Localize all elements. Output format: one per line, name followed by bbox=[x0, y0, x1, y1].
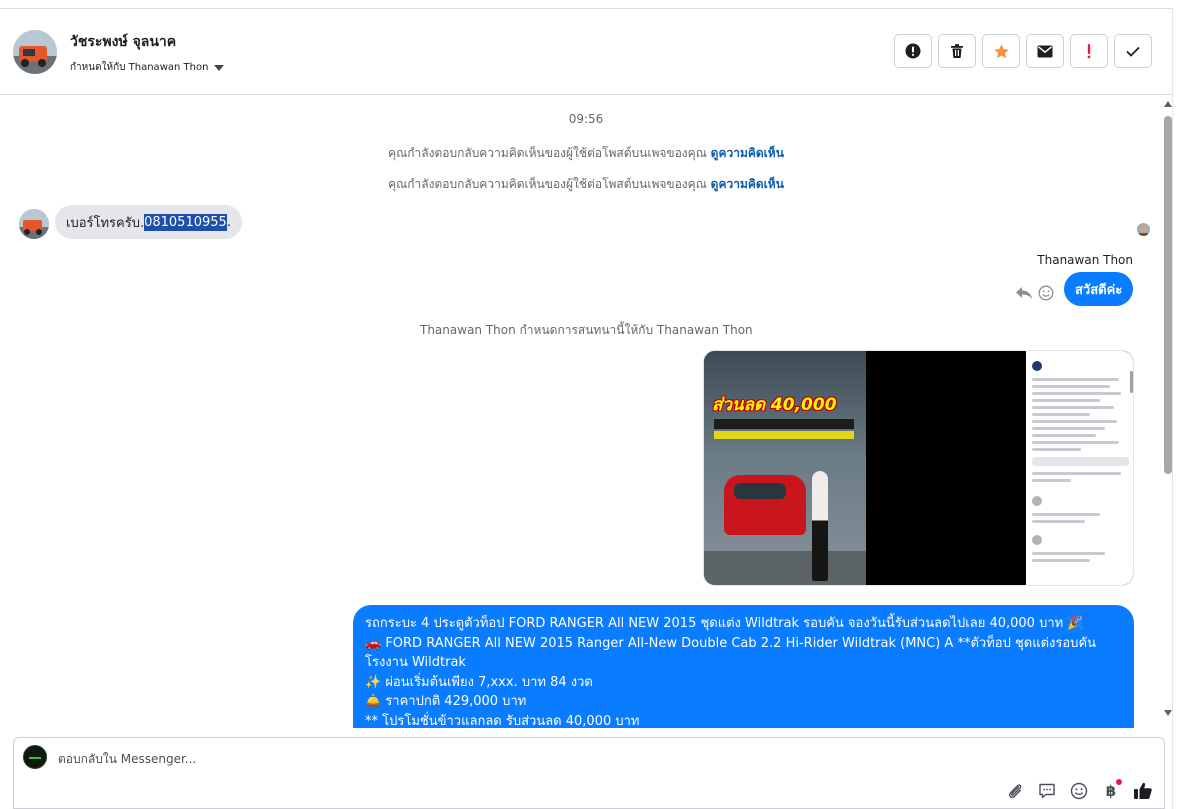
post-promo-strip bbox=[714, 431, 854, 439]
star-button[interactable] bbox=[982, 34, 1020, 68]
checkmark-icon bbox=[1126, 46, 1140, 57]
system-note-text: คุณกำลังตอบกลับความคิดเห็นของผู้ใช้ต่อโพ… bbox=[388, 177, 707, 191]
post-sidebar-preview bbox=[1026, 351, 1133, 585]
notification-dot bbox=[1116, 779, 1122, 785]
reply-input[interactable] bbox=[58, 752, 958, 766]
follow-up-button[interactable] bbox=[1070, 34, 1108, 68]
chevron-down-icon bbox=[214, 64, 225, 71]
system-note-reply-comment: คุณกำลังตอบกลับความคิดเห็นของผู้ใช้ต่อโพ… bbox=[0, 175, 1160, 194]
incoming-message-suffix: . bbox=[226, 214, 231, 230]
message-line: รถกระบะ 4 ประตูตัวท็อป FORD RANGER All N… bbox=[365, 616, 1084, 631]
post-photo-car bbox=[724, 475, 806, 535]
emoji-button[interactable] bbox=[1068, 780, 1090, 802]
system-note-reply-comment: คุณกำลังตอบกลับความคิดเห็นของผู้ใช้ต่อโพ… bbox=[0, 144, 1160, 163]
saved-reply-icon bbox=[1039, 783, 1055, 799]
done-button[interactable] bbox=[1114, 34, 1152, 68]
payment-button[interactable]: ฿ bbox=[1100, 779, 1122, 802]
post-photo-floor bbox=[704, 551, 866, 585]
contact-avatar-small[interactable] bbox=[19, 209, 49, 239]
selected-phone-number[interactable]: 0810510955 bbox=[144, 213, 227, 231]
conversation-header: วัชระพงษ์ จุลนาค กำหนดให้กับ Thanawan Th… bbox=[0, 9, 1172, 95]
mark-unread-button[interactable] bbox=[1026, 34, 1064, 68]
exclamation-circle-icon bbox=[905, 43, 921, 59]
message-line: ** โปรโมชั่นข้าวแลกลด รับส่วนลด 40,000 บ… bbox=[365, 713, 640, 729]
right-divider bbox=[1172, 8, 1173, 809]
exclamation-icon bbox=[1087, 44, 1091, 59]
outgoing-long-message[interactable]: รถกระบะ 4 ประตูตัวท็อป FORD RANGER All N… bbox=[353, 605, 1134, 728]
assignee-dropdown[interactable]: กำหนดให้กับ Thanawan Thon bbox=[70, 60, 225, 75]
post-promo-banner bbox=[714, 419, 854, 429]
outgoing-message[interactable]: สวัสดีค่ะ bbox=[1064, 272, 1134, 306]
saved-reply-button[interactable] bbox=[1036, 780, 1058, 802]
incoming-message-text: เบอร์โทรครับ. bbox=[66, 215, 145, 231]
scroll-up-arrow[interactable] bbox=[1164, 101, 1172, 107]
preview-scrollbar bbox=[1130, 371, 1133, 393]
page-avatar-icon bbox=[1032, 360, 1042, 371]
view-comment-link[interactable]: ดูความคิดเห็น bbox=[711, 177, 784, 191]
contact-name[interactable]: วัชระพงษ์ จุลนาค bbox=[70, 31, 176, 53]
assignee-label: กำหนดให้กับ Thanawan Thon bbox=[70, 62, 209, 73]
message-line: ✨ ผ่อนเริ่มต้นเพียง 7,xxx. บาท 84 งวด bbox=[365, 674, 593, 690]
system-note-text: คุณกำลังตอบกลับความคิดเห็นของผู้ใช้ต่อโพ… bbox=[388, 146, 707, 160]
emoji-icon bbox=[1070, 782, 1088, 800]
message-timestamp: 09:56 bbox=[568, 112, 604, 126]
paperclip-icon bbox=[1008, 784, 1022, 799]
message-thread[interactable]: 09:56 คุณกำลังตอบกลับความคิดเห็นของผู้ใช… bbox=[0, 96, 1160, 728]
envelope-icon bbox=[1037, 45, 1053, 57]
post-photo-person bbox=[812, 471, 828, 581]
scrollbar-thumb[interactable] bbox=[1164, 116, 1172, 474]
scroll-down-arrow[interactable] bbox=[1164, 710, 1172, 716]
shared-post-image[interactable]: ส่วนลด 40,000 bbox=[703, 350, 1134, 586]
reply-composer: ฿ bbox=[13, 737, 1165, 809]
composer-tools: ฿ bbox=[1004, 779, 1154, 802]
post-photo: ส่วนลด 40,000 bbox=[704, 351, 866, 585]
star-icon bbox=[993, 43, 1009, 58]
baht-icon: ฿ bbox=[1105, 782, 1117, 800]
reply-icon[interactable] bbox=[1015, 285, 1033, 304]
message-line: 🚗 FORD RANGER All NEW 2015 Ranger All-Ne… bbox=[365, 635, 1097, 651]
thumbs-up-icon bbox=[1134, 782, 1152, 799]
like-button[interactable] bbox=[1132, 780, 1154, 802]
post-promo-text: ส่วนลด 40,000 bbox=[712, 395, 837, 415]
header-actions bbox=[894, 34, 1152, 68]
delete-button[interactable] bbox=[938, 34, 976, 68]
trash-icon bbox=[951, 44, 963, 58]
contact-avatar[interactable] bbox=[13, 30, 57, 74]
sender-name: Thanawan Thon bbox=[1037, 253, 1133, 267]
page-avatar bbox=[23, 745, 47, 769]
message-line: โรงงาน Wildtrak bbox=[365, 655, 466, 670]
attach-button[interactable] bbox=[1004, 780, 1026, 802]
message-line: 🛎️ ราคาปกติ 429,000 บาท bbox=[365, 694, 527, 709]
assignment-note: Thanawan Thon กำหนดการสนทนานี้ให้กับ Tha… bbox=[420, 323, 753, 337]
seen-avatar bbox=[1137, 223, 1150, 236]
spam-button[interactable] bbox=[894, 34, 932, 68]
reaction-icon[interactable] bbox=[1038, 285, 1054, 305]
incoming-message[interactable]: เบอร์โทรครับ. 0810510955. bbox=[55, 205, 242, 239]
view-comment-link[interactable]: ดูความคิดเห็น bbox=[711, 146, 784, 160]
